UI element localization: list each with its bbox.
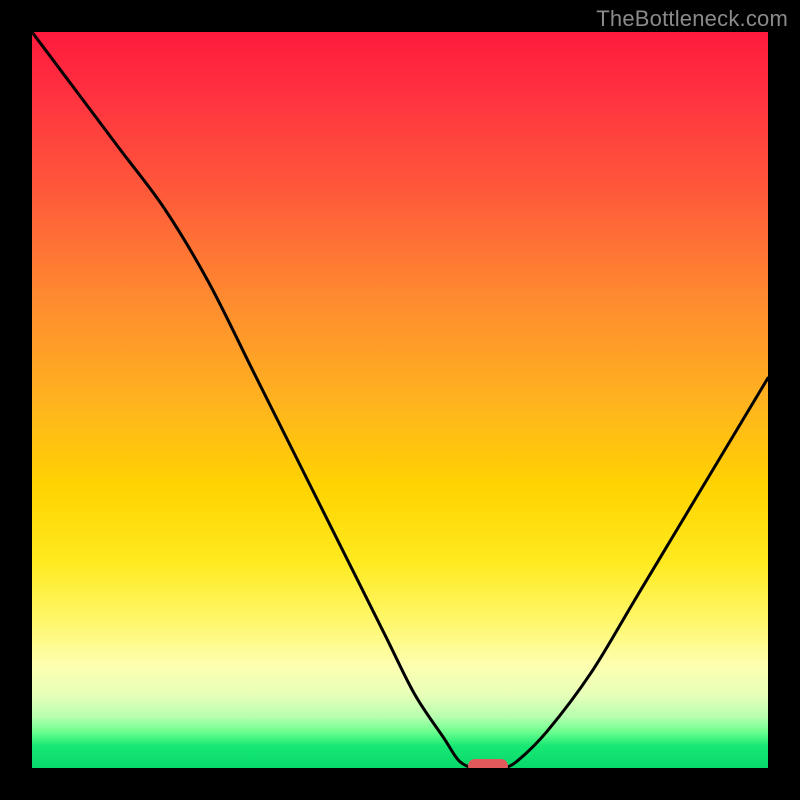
watermark-text: TheBottleneck.com	[596, 6, 788, 32]
bottleneck-curve	[32, 32, 768, 768]
plot-area	[32, 32, 768, 768]
optimal-point-marker	[468, 759, 508, 768]
chart-frame: TheBottleneck.com	[0, 0, 800, 800]
